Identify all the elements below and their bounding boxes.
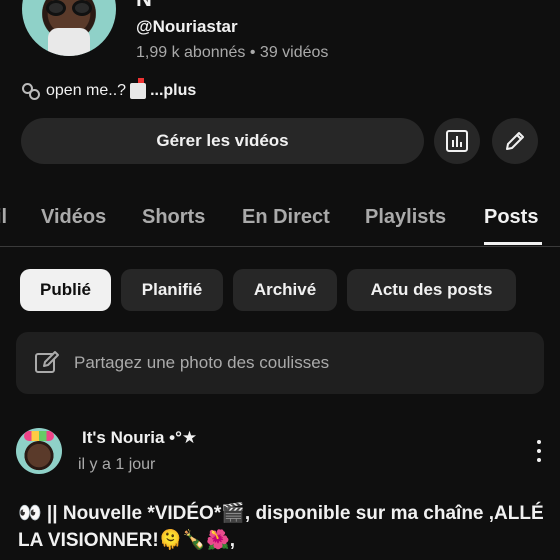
channel-bio[interactable]: open me..? ...plus — [22, 78, 196, 100]
channel-tabs: il Vidéos Shorts En Direct Playlists Pos… — [0, 196, 560, 247]
manage-videos-button[interactable]: Gérer les vidéos — [21, 118, 424, 164]
filter-published[interactable]: Publié — [20, 269, 111, 311]
filter-archived[interactable]: Archivé — [233, 269, 337, 311]
channel-handle: @Nouriastar — [136, 17, 238, 36]
tab-live[interactable]: En Direct — [242, 206, 330, 229]
bio-more-link[interactable]: ...plus — [150, 82, 196, 100]
filter-scheduled[interactable]: Planifié — [121, 269, 223, 311]
tab-posts[interactable]: Posts — [484, 206, 538, 229]
tab-shorts[interactable]: Shorts — [142, 206, 205, 229]
flower-crown — [24, 431, 54, 441]
bar-chart-icon — [446, 130, 468, 152]
tab-videos[interactable]: Vidéos — [41, 206, 106, 229]
tab-playlists[interactable]: Playlists — [365, 206, 446, 229]
tab-home[interactable]: il — [0, 206, 7, 229]
more-dot-icon — [537, 440, 541, 444]
post-author-name[interactable]: It's Nouria •°★ — [82, 428, 197, 448]
more-dot-icon — [537, 449, 541, 453]
filter-post-news[interactable]: Actu des posts — [347, 269, 516, 311]
post-text: 👀 || Nouvelle *VIDÉO*🎬, disponible sur m… — [18, 503, 549, 551]
avatar-glasses — [44, 0, 94, 16]
post-author-avatar[interactable] — [16, 428, 62, 474]
pencil-icon — [506, 132, 524, 150]
post-composer[interactable]: Partagez une photo des coulisses — [16, 332, 544, 394]
composer-placeholder: Partagez une photo des coulisses — [74, 353, 330, 372]
more-dot-icon — [537, 458, 541, 462]
edit-button[interactable] — [492, 118, 538, 164]
analytics-button[interactable] — [434, 118, 480, 164]
bio-text: open me..? — [46, 82, 127, 99]
channel-avatar[interactable] — [22, 0, 116, 56]
channel-stats: 1,99 k abonnés • 39 vidéos — [136, 44, 329, 61]
more-options-button[interactable] — [530, 440, 548, 462]
active-tab-indicator — [484, 242, 542, 245]
mailbox-icon — [130, 78, 147, 99]
post-timestamp: il y a 1 jour — [78, 456, 156, 473]
avatar-shirt — [48, 28, 90, 56]
channel-name: N — [136, 0, 152, 12]
link-icon — [22, 82, 44, 100]
edit-square-icon — [35, 351, 59, 373]
